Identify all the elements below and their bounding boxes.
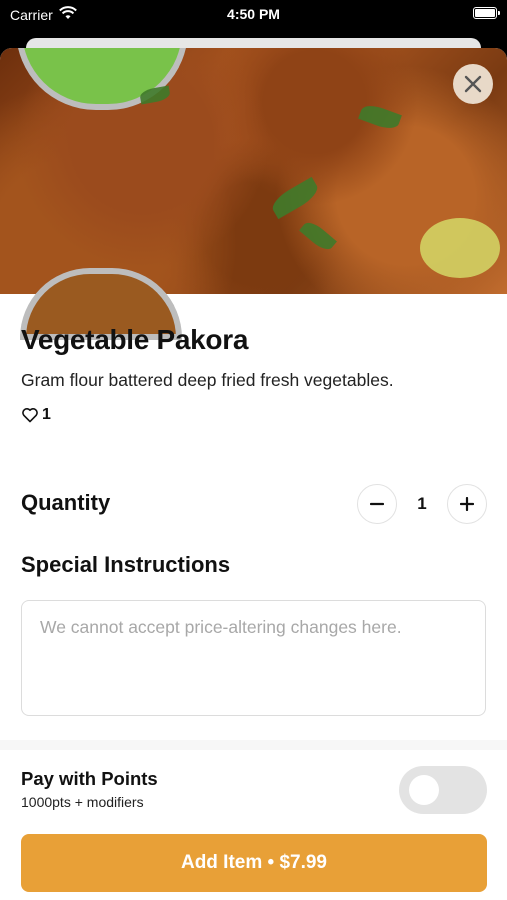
quantity-value: 1 [417, 494, 427, 513]
section-divider [0, 740, 507, 750]
decrement-button[interactable] [357, 484, 397, 524]
minus-icon [370, 502, 384, 506]
status-bar: Carrier 4:50 PM [0, 0, 507, 30]
quantity-label: Quantity [21, 490, 111, 515]
item-title: Vegetable Pakora [21, 324, 249, 355]
like-button[interactable]: 1 [21, 406, 51, 424]
quantity-stepper: 1 [357, 484, 487, 524]
likes-count: 1 [42, 406, 51, 423]
lemon-graphic [420, 218, 500, 278]
close-button[interactable] [453, 64, 493, 104]
herb-graphic [268, 176, 322, 220]
herb-graphic [299, 218, 337, 254]
item-detail-sheet: Vegetable Pakora Gram flour battered dee… [0, 48, 507, 900]
battery-icon [473, 7, 500, 19]
item-photo [0, 48, 507, 340]
add-item-button[interactable]: Add Item • $7.99 [21, 834, 487, 892]
status-time: 4:50 PM [227, 6, 280, 22]
special-instructions-field[interactable] [21, 600, 486, 716]
increment-button[interactable] [447, 484, 487, 524]
toggle-knob [409, 775, 439, 805]
herb-graphic [358, 101, 402, 133]
item-description: Gram flour battered deep fried fresh veg… [21, 370, 394, 390]
pay-with-points-toggle[interactable] [399, 766, 487, 814]
close-icon [464, 75, 482, 93]
pay-with-points-label: Pay with Points [21, 768, 158, 789]
plus-icon [460, 497, 474, 511]
chutney-bowl-graphic [16, 48, 188, 110]
points-cost-label: 1000pts + modifiers [21, 794, 144, 810]
special-instructions-label: Special Instructions [21, 552, 231, 577]
heart-icon [22, 408, 38, 423]
